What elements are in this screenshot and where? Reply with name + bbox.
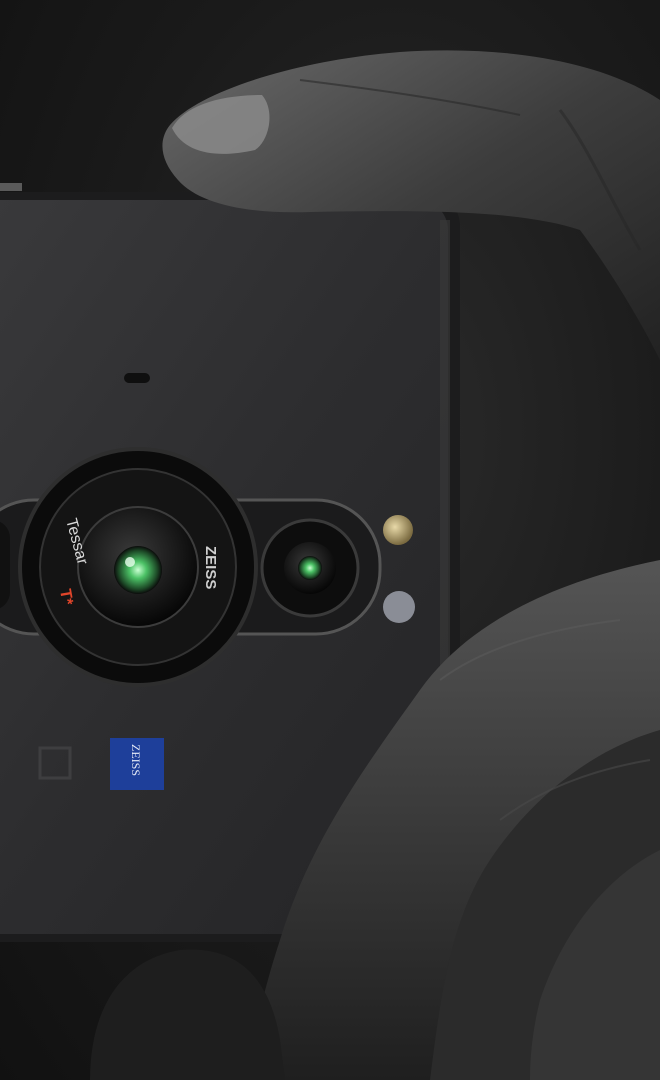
microphone-slot [124, 373, 150, 383]
photo-illustration: Tessar T* ZEISS ZEISS [0, 50, 660, 1080]
secondary-lens [260, 518, 360, 618]
lens-brand-text: ZEISS [202, 546, 219, 589]
zeiss-badge: ZEISS [110, 738, 164, 790]
product-photo: Tessar T* ZEISS ZEISS [0, 0, 660, 1080]
sensor [383, 591, 415, 623]
main-lens [18, 447, 258, 687]
zeiss-badge-text: ZEISS [129, 744, 143, 776]
flash [383, 515, 413, 545]
